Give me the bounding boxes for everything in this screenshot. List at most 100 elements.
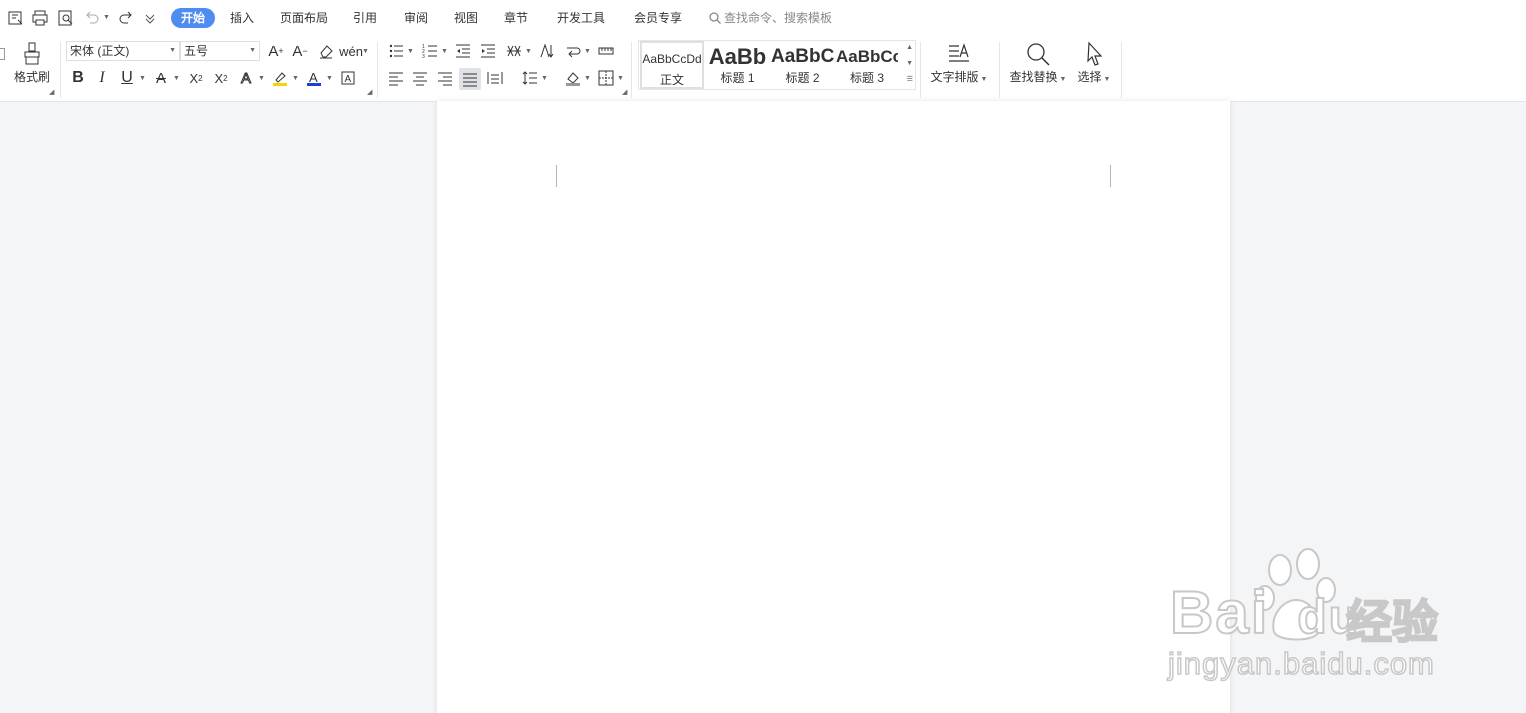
numbered-list-dropdown-icon[interactable]: ▼ bbox=[441, 48, 448, 55]
format-painter-label: 格式刷 bbox=[13, 70, 50, 84]
shading-icon[interactable] bbox=[563, 68, 583, 88]
borders-icon[interactable] bbox=[596, 68, 616, 88]
bullet-list-dropdown-icon[interactable]: ▼ bbox=[407, 48, 414, 55]
style-heading-1[interactable]: AaBb 标题 1 bbox=[706, 41, 769, 89]
tab-start[interactable]: 开始 bbox=[171, 8, 216, 28]
print-preview-icon[interactable] bbox=[56, 8, 76, 28]
tab-references[interactable]: 引用 bbox=[353, 8, 377, 28]
font-size-select[interactable]: 五号 ▼ bbox=[180, 41, 260, 61]
text-layout-icon bbox=[949, 43, 969, 62]
undo-dropdown-icon[interactable]: ▼ bbox=[103, 14, 110, 21]
font-group-expand-icon[interactable]: ◢ bbox=[367, 88, 372, 96]
tab-page-layout[interactable]: 页面布局 bbox=[280, 8, 328, 28]
paragraph-expand-icon[interactable]: ◢ bbox=[622, 88, 627, 96]
character-border-icon[interactable]: A bbox=[338, 68, 358, 88]
font-color-dropdown-icon[interactable]: ▼ bbox=[326, 75, 333, 82]
italic-icon[interactable]: I bbox=[92, 68, 112, 88]
shrink-font-icon[interactable]: A − bbox=[290, 41, 310, 61]
command-search[interactable]: 查找命令、搜索模板 bbox=[708, 8, 832, 28]
tab-ruler-icon[interactable] bbox=[596, 41, 616, 61]
grow-font-icon[interactable]: A + bbox=[266, 41, 286, 61]
style-heading-3[interactable]: AaBbCc 标题 3 bbox=[836, 41, 898, 89]
distribute-icon[interactable] bbox=[485, 68, 505, 88]
tab-chapter[interactable]: 章节 bbox=[504, 8, 528, 28]
underline-icon[interactable]: U bbox=[117, 68, 137, 88]
tab-review[interactable]: 审阅 bbox=[404, 8, 428, 28]
save-icon[interactable] bbox=[6, 8, 26, 28]
strikethrough-icon[interactable]: A bbox=[151, 68, 171, 88]
superscript-icon[interactable]: X2 bbox=[186, 68, 206, 88]
tab-view[interactable]: 视图 bbox=[454, 8, 478, 28]
format-painter-button[interactable]: 格式刷 bbox=[12, 40, 52, 85]
font-name-value: 宋体 (正文) bbox=[70, 44, 130, 58]
highlight-dropdown-icon[interactable]: ▼ bbox=[292, 75, 299, 82]
chinese-layout-dropdown-icon[interactable]: ▼ bbox=[525, 48, 532, 55]
strikethrough-dropdown-icon[interactable]: ▼ bbox=[173, 75, 180, 82]
clear-format-icon[interactable] bbox=[316, 41, 336, 61]
sort-icon[interactable] bbox=[537, 41, 557, 61]
redo-icon[interactable] bbox=[116, 8, 136, 28]
highlight-icon[interactable] bbox=[270, 68, 290, 88]
document-page[interactable] bbox=[437, 101, 1230, 713]
cursor-arrow-icon bbox=[1087, 41, 1103, 66]
tab-insert[interactable]: 插入 bbox=[230, 8, 254, 28]
select-button[interactable]: 选择 ▼ bbox=[1074, 40, 1114, 85]
margin-corner-top-left bbox=[535, 165, 557, 187]
align-center-icon[interactable] bbox=[410, 68, 430, 88]
style-heading-2-label: 标题 2 bbox=[785, 71, 820, 85]
line-spacing-dropdown-icon[interactable]: ▼ bbox=[541, 75, 548, 82]
subscript-icon[interactable]: X2 bbox=[211, 68, 231, 88]
undo-icon[interactable] bbox=[82, 8, 102, 28]
bold-icon[interactable]: B bbox=[68, 68, 88, 88]
select-label: 选择 bbox=[1077, 70, 1102, 84]
phonetic-dropdown-icon[interactable]: ▼ bbox=[362, 48, 369, 55]
find-replace-button[interactable]: 查找替换 ▼ bbox=[1008, 40, 1068, 85]
format-painter-icon bbox=[24, 42, 40, 65]
phonetic-guide-icon[interactable]: wén bbox=[339, 41, 363, 61]
styles-scroll-up-icon[interactable]: ▲ bbox=[906, 44, 913, 51]
justify-icon[interactable] bbox=[459, 68, 481, 90]
text-effects-dropdown-icon[interactable]: ▼ bbox=[258, 75, 265, 82]
decrease-indent-icon[interactable] bbox=[453, 41, 473, 61]
style-normal[interactable]: AaBbCcDd 正文 bbox=[640, 41, 704, 89]
show-hide-marks-icon[interactable] bbox=[563, 41, 583, 61]
magnifier-icon bbox=[1027, 43, 1050, 66]
bullet-list-icon[interactable] bbox=[386, 41, 406, 61]
align-left-icon[interactable] bbox=[386, 68, 406, 88]
styles-scroll-down-icon[interactable]: ▼ bbox=[906, 60, 913, 67]
tab-developer[interactable]: 开发工具 bbox=[557, 8, 605, 28]
borders-dropdown-icon[interactable]: ▼ bbox=[617, 75, 624, 82]
svg-text:A: A bbox=[345, 74, 352, 85]
font-size-dropdown-icon: ▼ bbox=[249, 47, 256, 54]
svg-text:A: A bbox=[309, 70, 318, 85]
font-size-value: 五号 bbox=[184, 44, 209, 58]
chinese-layout-icon[interactable] bbox=[504, 41, 524, 61]
styles-more-icon[interactable]: ☰ bbox=[907, 75, 913, 83]
style-heading-2[interactable]: AaBbC 标题 2 bbox=[771, 41, 834, 89]
increase-indent-icon[interactable] bbox=[478, 41, 498, 61]
search-icon bbox=[709, 12, 721, 24]
tab-member[interactable]: 会员专享 bbox=[634, 8, 682, 28]
baidu-jingyan-watermark: Bai du 经验 jingyan.baidu.com bbox=[1167, 548, 1448, 688]
print-icon[interactable] bbox=[30, 8, 50, 28]
clipboard-expand-icon[interactable]: ◢ bbox=[49, 88, 54, 96]
style-heading-2-preview: AaBbC bbox=[771, 46, 834, 67]
underline-dropdown-icon[interactable]: ▼ bbox=[139, 75, 146, 82]
font-name-select[interactable]: 宋体 (正文) ▼ bbox=[66, 41, 180, 61]
watermark-url: jingyan.baidu.com bbox=[1167, 645, 1435, 682]
align-right-icon[interactable] bbox=[435, 68, 455, 88]
show-hide-dropdown-icon[interactable]: ▼ bbox=[584, 48, 591, 55]
font-color-icon[interactable]: A bbox=[304, 68, 324, 88]
line-spacing-icon[interactable] bbox=[520, 68, 540, 88]
search-placeholder: 查找命令、搜索模板 bbox=[724, 11, 833, 25]
customize-toolbar-icon[interactable] bbox=[140, 8, 160, 28]
numbered-list-icon[interactable]: 123 bbox=[420, 41, 440, 61]
style-heading-1-label: 标题 1 bbox=[720, 71, 755, 85]
watermark-brand: Bai du bbox=[1169, 578, 1360, 647]
text-layout-button[interactable]: 文字排版 ▼ bbox=[928, 40, 990, 85]
shading-dropdown-icon[interactable]: ▼ bbox=[584, 75, 591, 82]
find-replace-label: 查找替换 bbox=[1009, 70, 1058, 84]
style-heading-3-preview: AaBbCc bbox=[836, 47, 898, 66]
text-effects-icon[interactable]: A bbox=[236, 68, 256, 88]
ribbon-toolbar: 格式刷 ◢ 宋体 (正文) ▼ 五号 ▼ A + A − wén ▼ B I U ▼ A… bbox=[0, 36, 1526, 102]
